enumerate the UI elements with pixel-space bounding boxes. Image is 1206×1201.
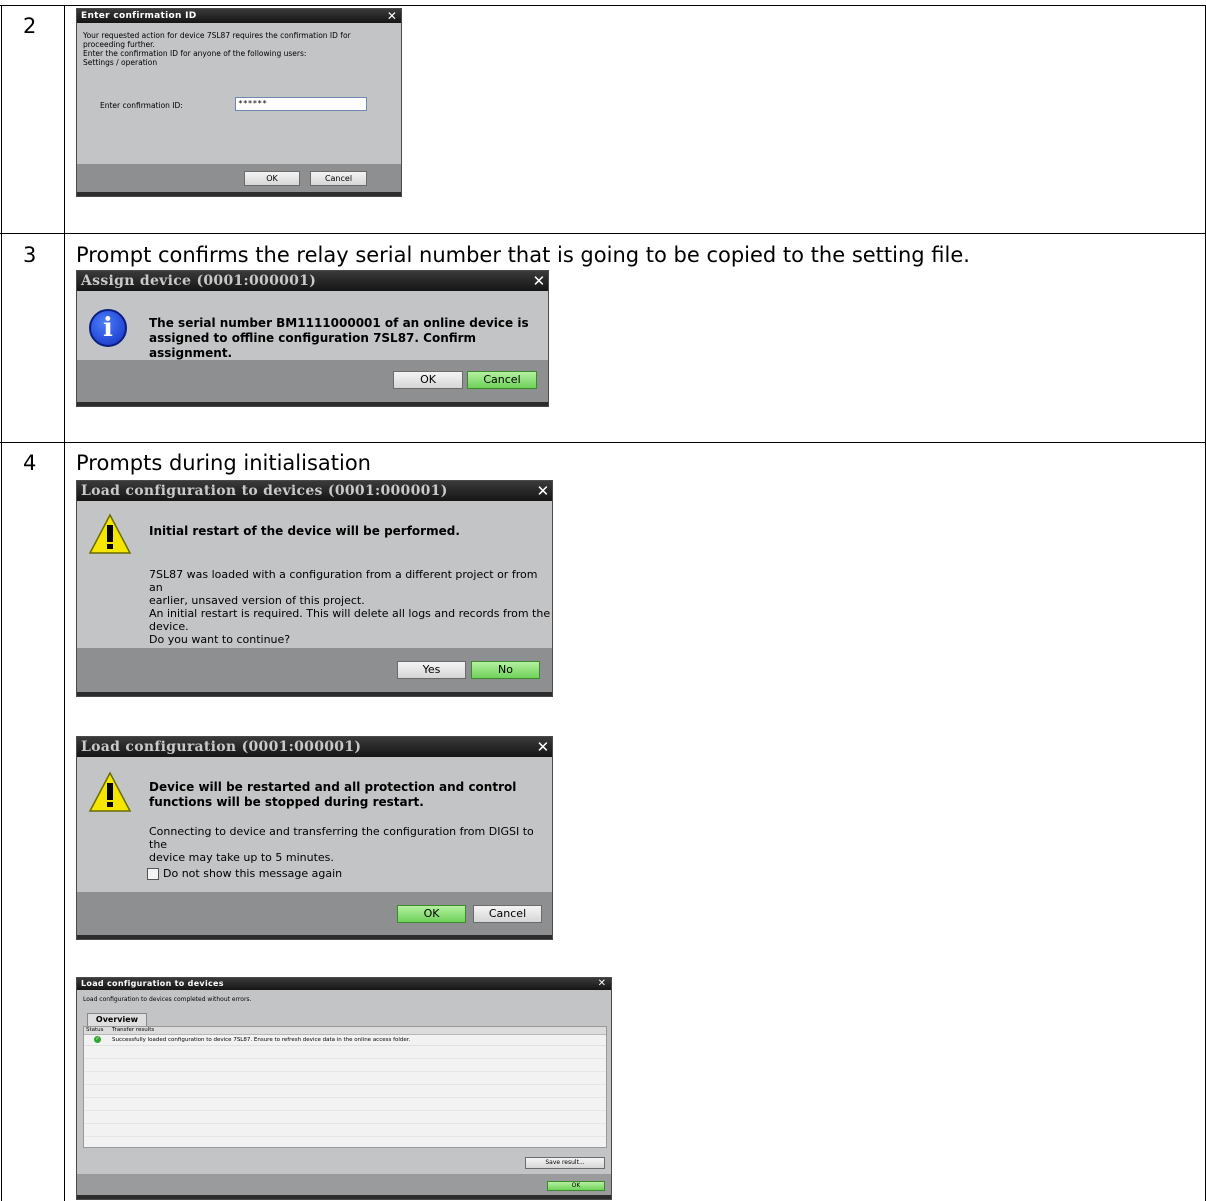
close-icon[interactable]: ✕ [534, 481, 552, 501]
message-line: earlier, unsaved version of this project… [149, 594, 365, 607]
table-row-empty [84, 1085, 606, 1098]
confirmation-id-dialog: Enter confirmation ID ✕ Your requested a… [76, 8, 402, 197]
dialog-title-text: Enter confirmation ID [81, 11, 197, 21]
table-row-empty [84, 1124, 606, 1137]
dialog-headline: Device will be restarted and all protect… [149, 780, 516, 810]
step-number: 4 [23, 451, 37, 475]
dialog-title-text: Assign device (0001:000001) [81, 273, 317, 289]
table-row-empty [84, 1046, 606, 1059]
dialog-title: Load configuration to devices (0001:0000… [77, 481, 552, 501]
result-text: Successfully loaded configuration to dev… [112, 1037, 411, 1043]
message-line: 7SL87 was loaded with a configuration fr… [149, 568, 538, 594]
message-line: Enter the confirmation ID for anyone of … [83, 49, 307, 58]
success-icon: ✓ [94, 1036, 101, 1043]
table-border-left [1, 5, 2, 1201]
dont-show-again-checkbox[interactable] [147, 868, 159, 880]
cancel-button[interactable]: Cancel [467, 371, 537, 389]
confirmation-id-field[interactable]: ****** [235, 97, 367, 111]
row-divider [0, 442, 1206, 443]
assign-device-dialog: Assign device (0001:000001) ✕ i The seri… [76, 270, 549, 407]
load-results-dialog: Load configuration to devices ✕ Load con… [76, 977, 612, 1200]
ok-button[interactable]: OK [393, 371, 463, 389]
dialog-bottom-bar [77, 935, 552, 939]
step-description: Prompt confirms the relay serial number … [76, 243, 970, 267]
step-description: Prompts during initialisation [76, 451, 371, 475]
dialog-message: The serial number BM1111000001 of an onl… [149, 316, 548, 361]
field-label: Enter confirmation ID: [100, 101, 183, 110]
info-icon: i [89, 309, 127, 347]
save-result-button[interactable]: Save result... [525, 1157, 605, 1169]
table-row-empty [84, 1111, 606, 1124]
dialog-title-text: Load configuration to devices (0001:0000… [81, 483, 448, 499]
table-row-empty [84, 1072, 606, 1085]
close-icon[interactable]: ✕ [383, 9, 401, 23]
ok-button[interactable]: OK [397, 905, 466, 923]
message-line: assigned to offline configuration 7SL87.… [149, 331, 477, 360]
no-button[interactable]: No [471, 661, 540, 679]
dialog-title-text: Load configuration (0001:000001) [81, 739, 362, 755]
message-line: The serial number BM1111000001 of an onl… [149, 316, 529, 330]
results-table: Status Transfer results ✓ Successfully l… [83, 1026, 607, 1148]
message-line: An initial restart is required. This wil… [149, 607, 551, 620]
ok-button[interactable]: OK [547, 1181, 605, 1191]
message-line: Your requested action for device 7SL87 r… [83, 31, 351, 40]
dialog-footer: OK Cancel [77, 892, 552, 935]
dialog-title: Load configuration (0001:000001) ✕ [77, 737, 552, 757]
results-summary: Load configuration to devices completed … [83, 996, 252, 1003]
dialog-title-text: Load configuration to devices [81, 979, 224, 988]
dialog-bottom-bar [77, 192, 401, 196]
message-line: device. [149, 620, 189, 633]
dialog-bottom-bar [77, 1195, 611, 1199]
dialog-title: Enter confirmation ID ✕ [77, 9, 401, 23]
warning-icon [88, 513, 132, 554]
close-icon[interactable]: ✕ [530, 271, 548, 291]
dialog-message: Your requested action for device 7SL87 r… [83, 31, 351, 67]
close-icon[interactable]: ✕ [593, 978, 611, 990]
warning-icon [88, 771, 132, 812]
column-header-results: Transfer results [112, 1027, 155, 1033]
column-divider [64, 5, 65, 1201]
tab-overview[interactable]: Overview [87, 1013, 147, 1026]
row-divider [0, 233, 1206, 234]
dialog-title: Assign device (0001:000001) ✕ [77, 271, 548, 291]
load-config-dialog: Load configuration (0001:000001) ✕ Devic… [76, 736, 553, 940]
yes-button[interactable]: Yes [397, 661, 466, 679]
step-number: 3 [23, 243, 37, 267]
dialog-footer: OK Cancel [77, 164, 401, 194]
close-icon[interactable]: ✕ [534, 737, 552, 757]
table-row-empty [84, 1059, 606, 1072]
step-number: 2 [23, 14, 37, 38]
dialog-title: Load configuration to devices ✕ [77, 978, 611, 990]
table-border-top [0, 5, 1206, 6]
table-row-empty [84, 1098, 606, 1111]
load-config-devices-dialog: Load configuration to devices (0001:0000… [76, 480, 553, 697]
ok-button[interactable]: OK [244, 171, 300, 186]
dialog-headline: Initial restart of the device will be pe… [149, 524, 460, 538]
message-line: Settings / operation [83, 58, 158, 67]
headline-line: Device will be restarted and all protect… [149, 780, 517, 794]
dialog-bottom-bar [77, 402, 548, 406]
message-line: Connecting to device and transferring th… [149, 825, 534, 851]
message-line: proceeding further. [83, 40, 155, 49]
dialog-footer: OK Cancel [77, 360, 548, 402]
cancel-button[interactable]: Cancel [473, 905, 542, 923]
dialog-footer: OK [77, 1174, 611, 1197]
checkbox-label: Do not show this message again [163, 867, 343, 880]
headline-line: functions will be stopped during restart… [149, 795, 424, 809]
cancel-button[interactable]: Cancel [310, 171, 367, 186]
dialog-message: 7SL87 was loaded with a configuration fr… [149, 568, 552, 646]
dialog-footer: Yes No [77, 648, 552, 692]
message-line: Do you want to continue? [149, 633, 291, 646]
message-line: device may take up to 5 minutes. [149, 851, 334, 864]
table-row[interactable]: ✓ Successfully loaded configuration to d… [84, 1035, 606, 1046]
dialog-bottom-bar [77, 692, 552, 696]
column-header-status: Status [86, 1027, 104, 1033]
results-table-header: Status Transfer results [84, 1027, 606, 1035]
dialog-message: Connecting to device and transferring th… [149, 825, 552, 864]
